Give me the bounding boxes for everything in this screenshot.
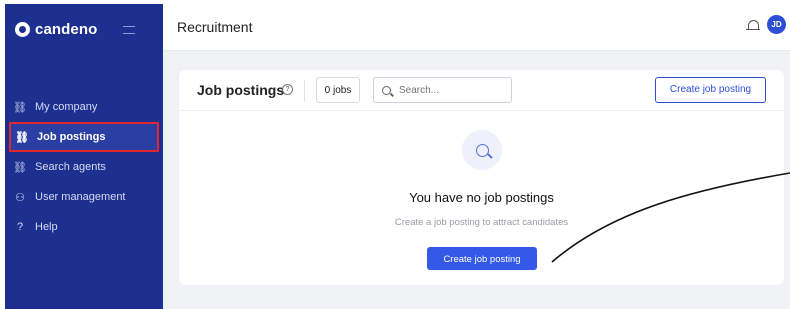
sidebar-item-label: Help xyxy=(35,221,58,233)
avatar[interactable]: JD xyxy=(767,15,786,34)
help-icon: ? xyxy=(16,221,24,233)
empty-state-icon xyxy=(462,130,502,170)
brand[interactable]: candeno xyxy=(15,21,97,38)
create-job-posting-button[interactable]: Create job posting xyxy=(427,247,537,270)
sidebar-item-help[interactable]: ? Help xyxy=(5,212,163,242)
page-title: Recruitment xyxy=(177,19,253,35)
tree-icon: ⛓ xyxy=(15,131,29,144)
jobs-count-badge: 0 jobs xyxy=(316,77,360,103)
bell-icon[interactable] xyxy=(746,20,760,30)
sidebar-item-my-company[interactable]: ⛓ My company xyxy=(5,92,163,122)
search-box[interactable] xyxy=(373,77,512,103)
sidebar-item-user-management[interactable]: ⚇ User management xyxy=(5,182,163,212)
card-title: Job postings xyxy=(197,82,285,98)
create-job-posting-button-top[interactable]: Create job posting xyxy=(655,77,766,103)
menu-toggle-icon[interactable] xyxy=(123,26,135,34)
sidebar-item-label: Job postings xyxy=(37,131,106,143)
divider xyxy=(304,80,305,102)
empty-state-subtitle: Create a job posting to attract candidat… xyxy=(394,217,569,228)
search-icon xyxy=(475,143,489,157)
sidebar-item-search-agents[interactable]: ⛓ Search agents xyxy=(5,152,163,182)
main-content: Job postings ? 0 jobs Create job posting… xyxy=(163,51,790,309)
sidebar-item-label: My company xyxy=(35,101,98,113)
topbar: Recruitment JD ⌄ xyxy=(163,4,790,51)
tree-icon: ⛓ xyxy=(13,161,27,174)
card-header: Job postings ? 0 jobs Create job posting xyxy=(179,70,784,111)
job-postings-card: Job postings ? 0 jobs Create job posting… xyxy=(179,70,784,285)
help-icon[interactable]: ? xyxy=(282,84,293,95)
search-icon xyxy=(382,85,391,95)
sidebar-nav: ⛓ My company ⛓ Job postings ⛓ Search age… xyxy=(5,92,163,242)
empty-state-title: You have no job postings xyxy=(409,190,554,205)
sidebar-item-job-postings[interactable]: ⛓ Job postings xyxy=(9,122,159,152)
sidebar: candeno ⛓ My company ⛓ Job postings ⛓ Se… xyxy=(5,4,163,309)
users-icon: ⚇ xyxy=(15,191,25,204)
tree-icon: ⛓ xyxy=(13,101,27,114)
sidebar-item-label: Search agents xyxy=(35,161,106,173)
sidebar-item-label: User management xyxy=(35,191,126,203)
search-input[interactable] xyxy=(397,83,511,97)
candeno-logo-icon xyxy=(15,22,30,37)
brand-name: candeno xyxy=(35,21,98,38)
